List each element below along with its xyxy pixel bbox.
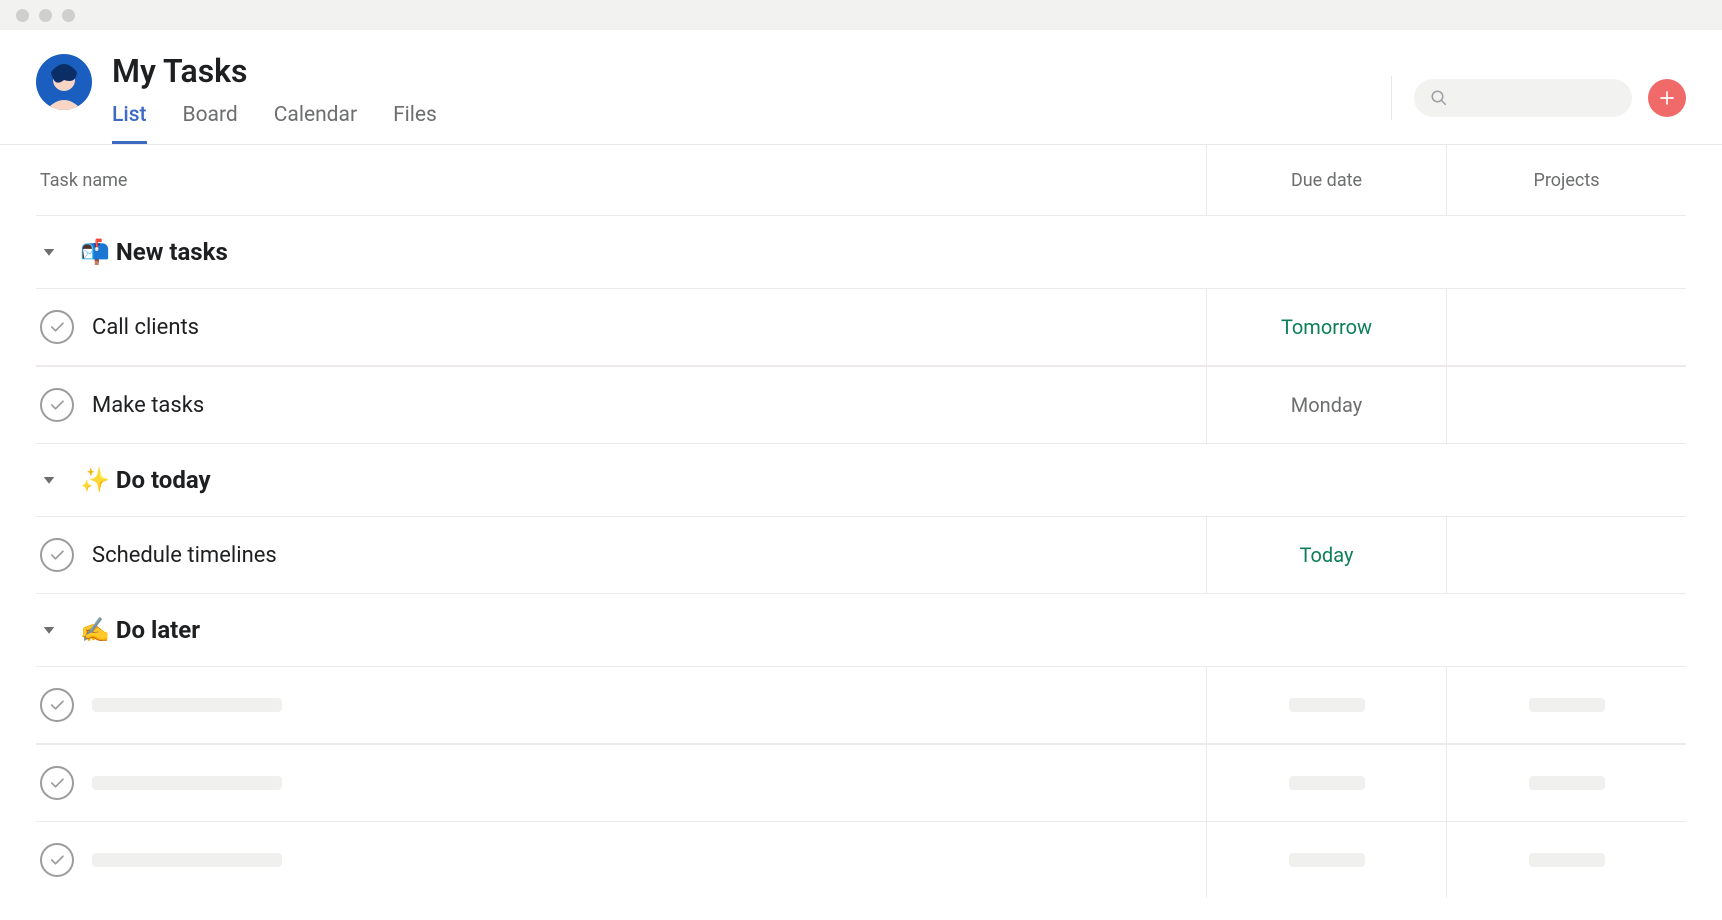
task-name[interactable]: Call clients (92, 315, 199, 340)
window-dot (62, 9, 75, 22)
separator (1391, 76, 1392, 120)
column-headers: Task name Due date Projects (36, 145, 1686, 215)
task-name[interactable]: Schedule timelines (92, 543, 277, 568)
check-icon (48, 774, 66, 792)
complete-toggle[interactable] (40, 388, 74, 422)
column-header-due[interactable]: Due date (1206, 145, 1446, 215)
due-date[interactable]: Today (1300, 543, 1354, 567)
search-input[interactable] (1414, 79, 1632, 117)
section-emoji: ✨ (80, 466, 110, 494)
task-row-placeholder (36, 821, 1686, 898)
task-row-placeholder (36, 744, 1686, 821)
complete-toggle (40, 766, 74, 800)
section-header-do-today[interactable]: ✨ Do today (36, 444, 1686, 516)
due-date[interactable]: Tomorrow (1281, 315, 1372, 339)
task-grid: Task name Due date Projects 📬 New tasks … (0, 145, 1722, 898)
task-row-placeholder (36, 666, 1686, 744)
tab-list[interactable]: List (112, 103, 147, 144)
section-header-new-tasks[interactable]: 📬 New tasks (36, 215, 1686, 288)
page-title: My Tasks (112, 54, 1391, 89)
chevron-down-icon[interactable] (40, 621, 58, 639)
task-row[interactable]: Make tasks Monday (36, 366, 1686, 444)
placeholder-bar (1289, 853, 1365, 867)
task-row[interactable]: Schedule timelines Today (36, 516, 1686, 594)
section-emoji: ✍️ (80, 616, 110, 644)
placeholder-bar (1289, 776, 1365, 790)
task-name[interactable]: Make tasks (92, 393, 204, 418)
section-emoji: 📬 (80, 238, 110, 266)
plus-icon (1658, 89, 1676, 107)
check-icon (48, 318, 66, 336)
placeholder-bar (92, 776, 282, 790)
tab-board[interactable]: Board (183, 103, 238, 144)
window-titlebar (0, 0, 1722, 30)
window-dot (39, 9, 52, 22)
complete-toggle (40, 843, 74, 877)
add-button[interactable] (1648, 79, 1686, 117)
complete-toggle (40, 688, 74, 722)
check-icon (48, 851, 66, 869)
placeholder-bar (92, 853, 282, 867)
project-cell[interactable] (1446, 517, 1686, 593)
complete-toggle[interactable] (40, 538, 74, 572)
check-icon (48, 396, 66, 414)
check-icon (48, 546, 66, 564)
column-header-projects[interactable]: Projects (1446, 145, 1686, 215)
due-date[interactable]: Monday (1291, 393, 1362, 417)
placeholder-bar (1529, 776, 1605, 790)
placeholder-bar (1289, 698, 1365, 712)
tab-calendar[interactable]: Calendar (274, 103, 357, 144)
section-title: 📬 New tasks (80, 238, 228, 266)
placeholder-bar (92, 698, 282, 712)
chevron-down-icon[interactable] (40, 243, 58, 261)
view-tabs: List Board Calendar Files (112, 103, 1391, 144)
section-title: ✨ Do today (80, 466, 211, 494)
section-header-do-later[interactable]: ✍️ Do later (36, 594, 1686, 666)
window-dot (16, 9, 29, 22)
section-title: ✍️ Do later (80, 616, 200, 644)
column-header-name[interactable]: Task name (36, 145, 1206, 215)
placeholder-bar (1529, 853, 1605, 867)
complete-toggle[interactable] (40, 310, 74, 344)
project-cell[interactable] (1446, 289, 1686, 365)
check-icon (48, 696, 66, 714)
chevron-down-icon[interactable] (40, 471, 58, 489)
task-row[interactable]: Call clients Tomorrow (36, 288, 1686, 366)
placeholder-bar (1529, 698, 1605, 712)
avatar[interactable] (36, 54, 92, 110)
page-header: My Tasks List Board Calendar Files (0, 30, 1722, 145)
project-cell[interactable] (1446, 367, 1686, 443)
tab-files[interactable]: Files (393, 103, 437, 144)
search-icon (1430, 89, 1448, 107)
